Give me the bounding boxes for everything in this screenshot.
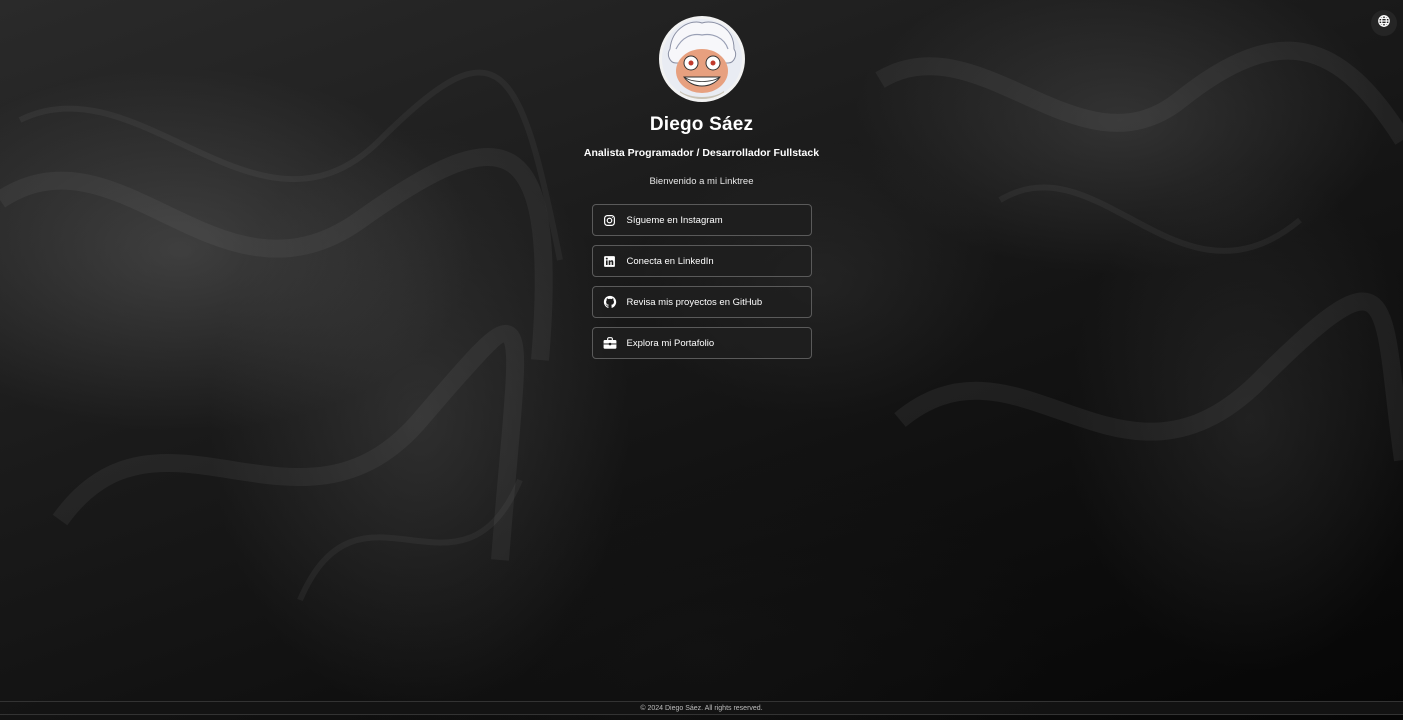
linkedin-icon	[603, 254, 617, 268]
portfolio-link-label: Explora mi Portafolio	[626, 337, 715, 349]
github-link-button[interactable]: Revisa mis proyectos en GitHub	[591, 286, 812, 318]
github-icon	[603, 295, 617, 309]
welcome-text: Bienvenido a mi Linktree	[649, 176, 754, 187]
github-link-label: Revisa mis proyectos en GitHub	[626, 296, 763, 308]
avatar	[658, 16, 745, 102]
links-list: Sígueme en Instagram Conecta en LinkedIn…	[591, 204, 812, 359]
avatar-illustration	[661, 19, 742, 99]
portfolio-link-button[interactable]: Explora mi Portafolio	[591, 327, 812, 359]
copyright-text: © 2024 Diego Sáez. All rights reserved.	[640, 704, 763, 712]
profile-name: Diego Sáez	[649, 114, 754, 135]
profile-role: Analista Programador / Desarrollador Ful…	[583, 147, 820, 159]
linkedin-link-label: Conecta en LinkedIn	[626, 255, 714, 267]
profile-card: Diego Sáez Analista Programador / Desarr…	[0, 16, 1403, 359]
instagram-icon	[603, 213, 617, 227]
instagram-link-label: Sígueme en Instagram	[626, 214, 723, 226]
briefcase-icon	[603, 336, 617, 350]
footer: © 2024 Diego Sáez. All rights reserved.	[0, 701, 1403, 715]
linkedin-link-button[interactable]: Conecta en LinkedIn	[591, 245, 812, 277]
instagram-link-button[interactable]: Sígueme en Instagram	[591, 204, 812, 236]
